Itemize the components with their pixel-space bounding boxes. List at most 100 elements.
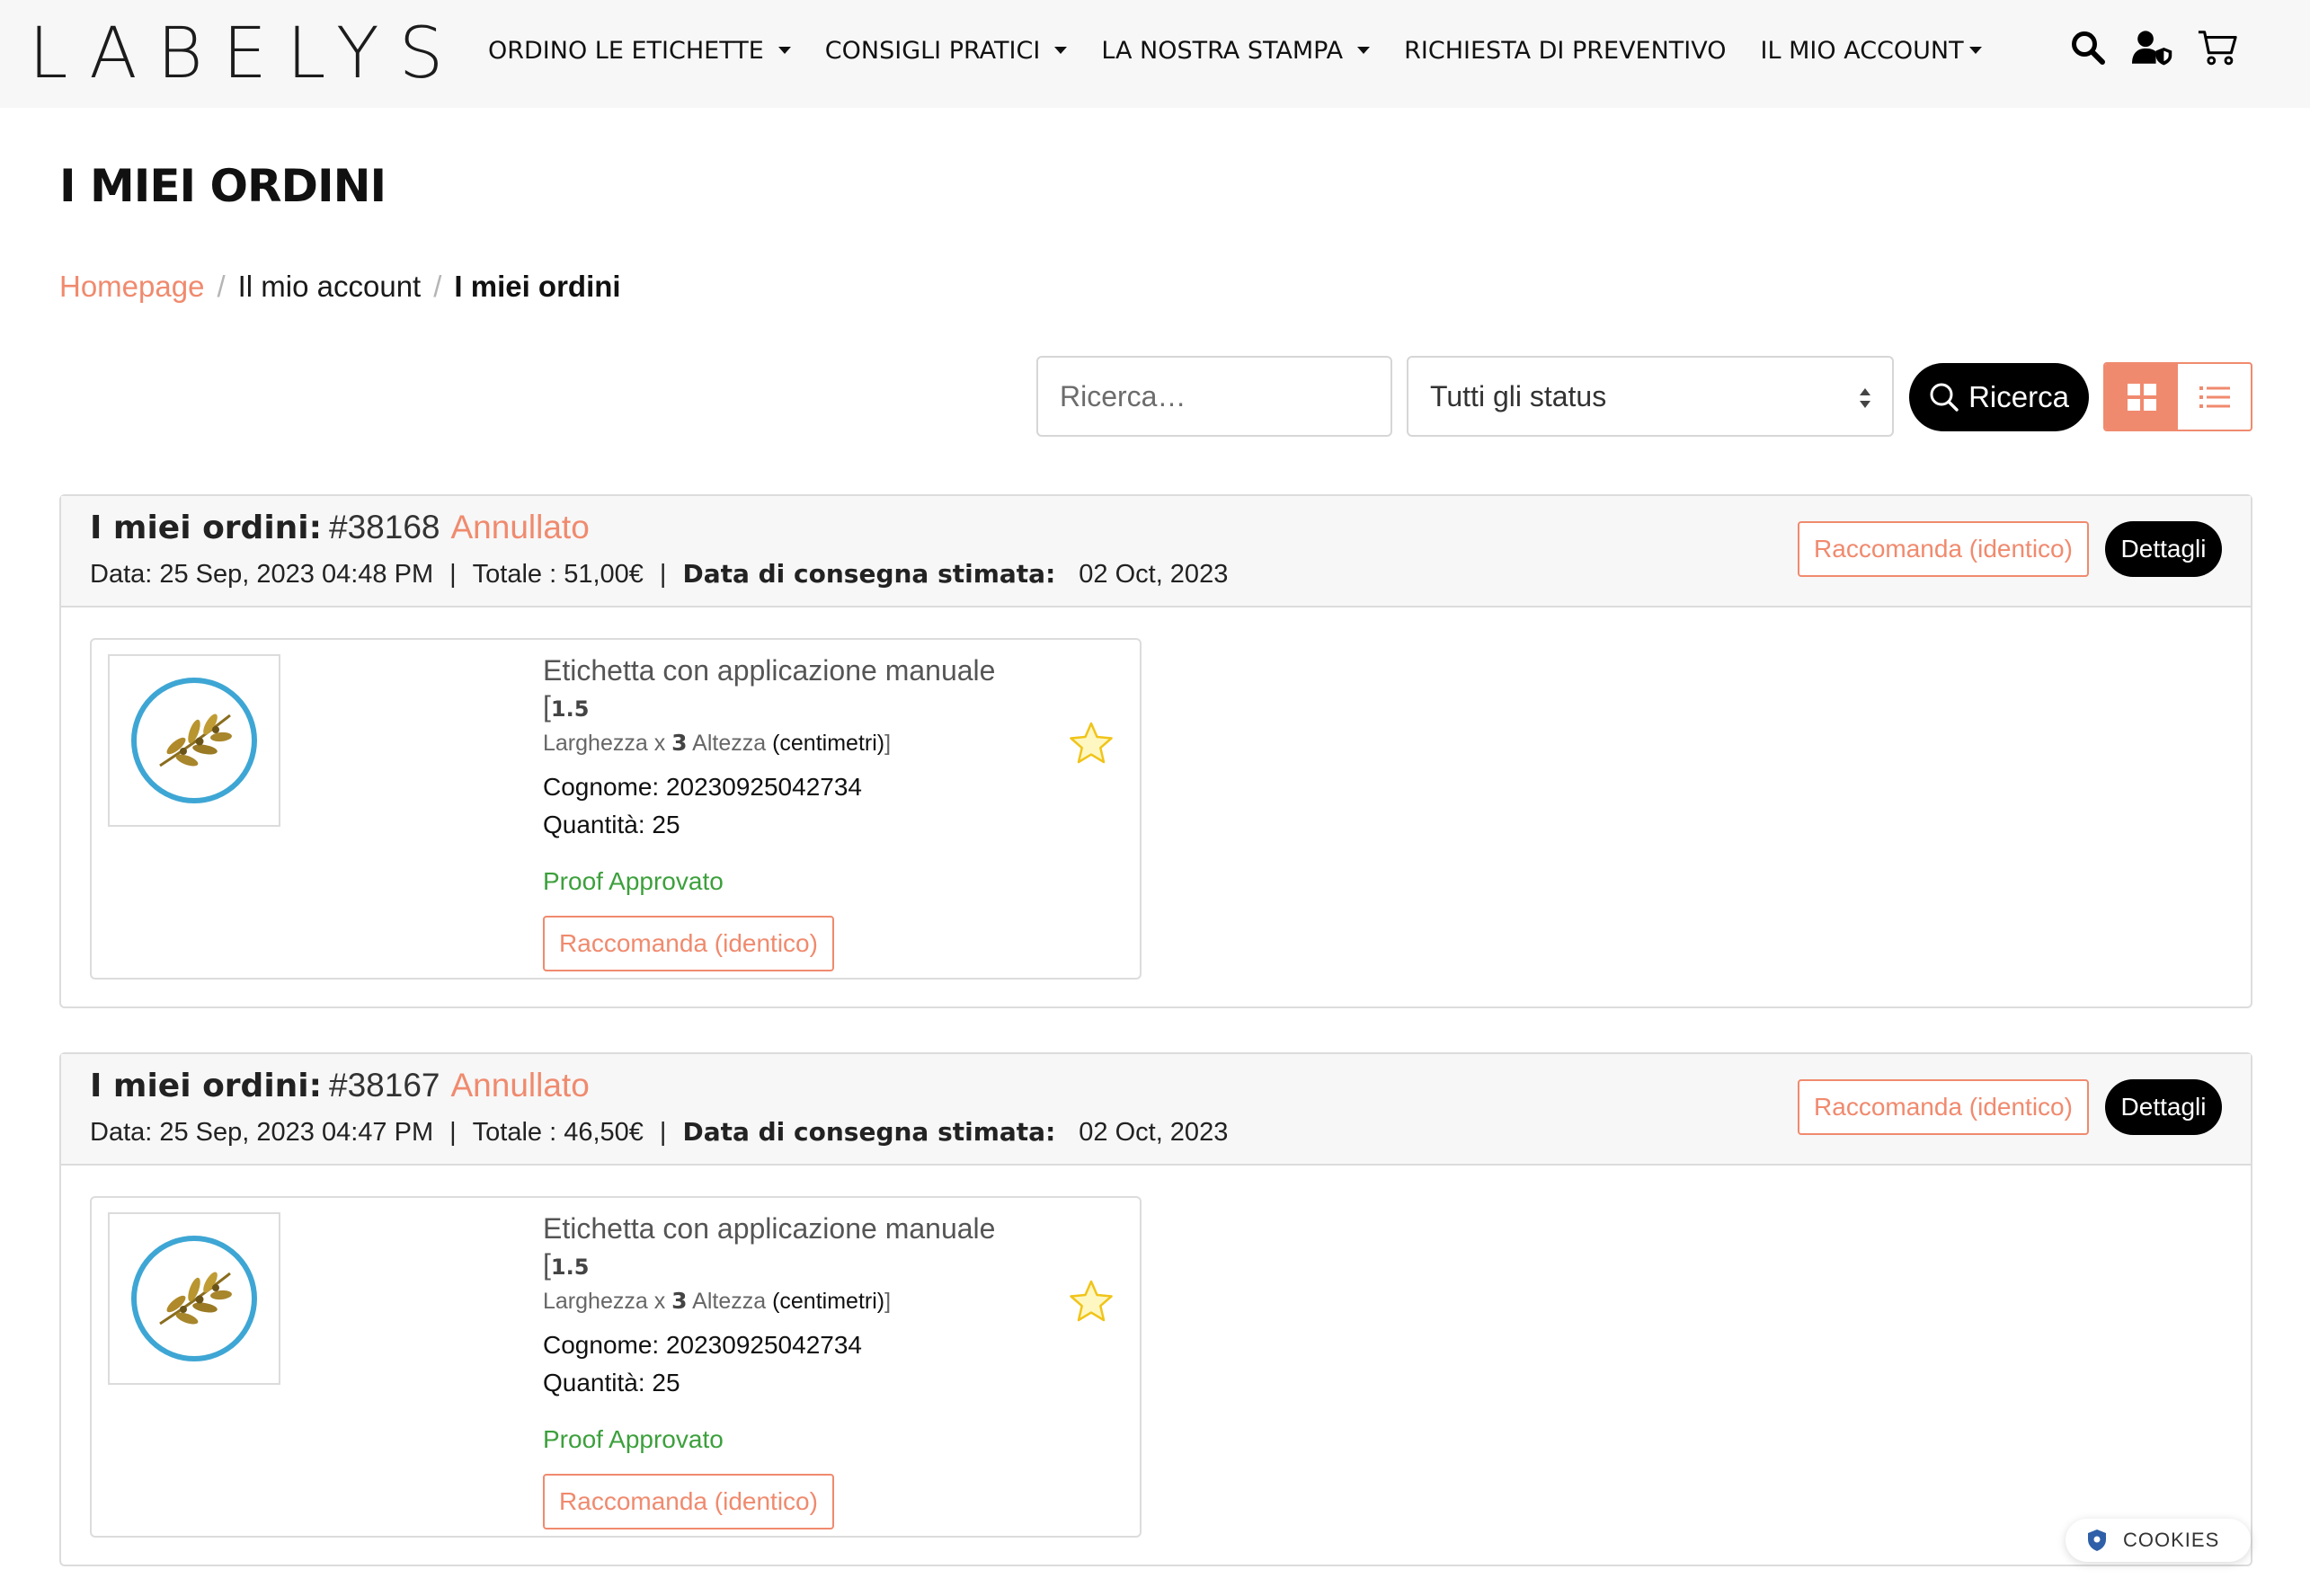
grid-view-button[interactable] [2105,364,2178,430]
order-header: I miei ordini: #38167 Annullato Data: 25… [61,1054,2251,1166]
order-details-button[interactable]: Dettagli [2105,1079,2222,1135]
cookies-button[interactable]: COOKIES [2066,1519,2251,1562]
grid-icon [2127,383,2156,411]
meta-separator: | [449,560,457,589]
order-search-input[interactable] [1036,356,1392,437]
meta-separator: | [659,1118,667,1147]
nav-item-order-labels[interactable]: ORDINO LE ETICHETTE [488,37,791,65]
meta-separator: | [659,560,667,589]
item-quantity: Quantità: 25 [543,811,680,838]
order-status: Annullato [450,1067,590,1104]
item-title: Etichetta con applicazione manuale [1.5 [543,1212,996,1281]
search-icon [1930,383,1959,412]
breadcrumb-home-link[interactable]: Homepage [59,270,204,304]
item-dimensions: Larghezza x 3 Altezza (centimetri)] [543,1288,892,1314]
order-card: I miei ordini: #38168 Annullato Data: 25… [59,494,2252,1008]
nav-item-practical-tips[interactable]: CONSIGLI PRATICI [825,37,1068,65]
item-surname: Cognome: 20230925042734 [543,773,862,801]
item-width: 1.5 [550,1255,590,1280]
item-height: 3 [671,1288,688,1314]
nav-item-quote-request[interactable]: RICHIESTA DI PREVENTIVO [1404,37,1726,65]
order-meta: Data: 25 Sep, 2023 04:48 PM | Totale : 5… [90,559,1228,590]
search-button-label: Ricerca [1968,380,2069,413]
main-nav: ORDINO LE ETICHETTE CONSIGLI PRATICI LA … [488,0,2016,101]
nav-item-label: LA NOSTRA STAMPA [1101,36,1344,65]
nav-item-label: CONSIGLI PRATICI [824,36,1041,65]
delivery-date: 02 Oct, 2023 [1079,1118,1229,1147]
product-thumbnail[interactable] [108,1212,280,1385]
order-total: Totale : 46,50€ [472,1118,644,1147]
status-select[interactable]: Tutti gli status [1407,356,1894,437]
breadcrumb-separator: / [217,270,226,303]
olive-branch-label-image [131,1236,257,1361]
nav-item-label: RICHIESTA DI PREVENTIVO [1404,36,1727,65]
search-button[interactable]: Ricerca [1909,363,2089,431]
brand-logo[interactable]: LABELYS [29,16,463,92]
order-details-button[interactable]: Dettagli [2105,521,2222,577]
star-icon[interactable] [1068,721,1115,766]
order-status: Annullato [450,509,590,545]
order-label: I miei ordini: [90,1068,323,1104]
item-title-text: Etichetta con applicazione manuale [543,1212,996,1245]
proof-status: Proof Approvato [543,1425,724,1453]
order-card: I miei ordini: #38167 Annullato Data: 25… [59,1052,2252,1566]
breadcrumb-separator: / [433,270,442,303]
delivery-label: Data di consegna stimata: [682,559,1056,589]
meta-separator: | [449,1118,457,1147]
user-shield-icon[interactable] [2132,25,2173,70]
page-title: I MIEI ORDINI [59,160,386,212]
recommend-item-button[interactable]: Raccomanda (identico) [543,916,834,971]
recommend-item-button[interactable]: Raccomanda (identico) [543,1474,834,1530]
view-toggle [2103,362,2252,431]
recommend-order-button[interactable]: Raccomanda (identico) [1798,521,2089,577]
order-label: I miei ordini: [90,510,323,546]
order-heading: I miei ordini: #38167 Annullato [90,1067,590,1104]
item-info: Etichetta con applicazione manuale [1.5 … [543,652,1046,971]
order-item: Etichetta con applicazione manuale [1.5 … [90,1196,1142,1538]
cookies-label: COOKIES [2123,1529,2220,1551]
order-item: Etichetta con applicazione manuale [1.5 … [90,638,1142,980]
delivery-date: 02 Oct, 2023 [1079,560,1229,589]
item-dimensions: Larghezza x 3 Altezza (centimetri)] [543,730,892,756]
list-view-button[interactable] [2178,364,2251,430]
order-date: Data: 25 Sep, 2023 04:47 PM [90,1118,434,1147]
nav-item-my-account[interactable]: IL MIO ACCOUNT [1761,37,1982,65]
caret-down-icon [1054,47,1068,54]
order-date: Data: 25 Sep, 2023 04:48 PM [90,560,434,589]
star-icon[interactable] [1068,1279,1115,1324]
list-icon [2199,386,2230,408]
width-label: Larghezza x [543,731,666,756]
item-title: Etichetta con applicazione manuale [1.5 [543,654,996,723]
order-number: #38167 [329,1067,440,1104]
cart-icon[interactable] [2197,25,2238,70]
olive-branch-label-image [131,678,257,803]
delivery-label: Data di consegna stimata: [682,1117,1056,1147]
breadcrumb: Homepage / Il mio account / I miei ordin… [59,270,621,304]
nav-item-label: ORDINO LE ETICHETTE [488,36,764,65]
product-thumbnail[interactable] [108,654,280,827]
unit-label: (centimetri) [772,1289,885,1314]
item-title-text: Etichetta con applicazione manuale [543,654,996,687]
search-icon[interactable] [2067,25,2109,70]
order-meta: Data: 25 Sep, 2023 04:47 PM | Totale : 4… [90,1117,1228,1148]
item-surname: Cognome: 20230925042734 [543,1331,862,1359]
item-width: 1.5 [550,696,590,722]
header-actions [2067,25,2238,70]
height-label: Altezza [692,1289,767,1314]
caret-down-icon [1968,47,1982,54]
item-info: Etichetta con applicazione manuale [1.5 … [543,1210,1046,1530]
recommend-order-button[interactable]: Raccomanda (identico) [1798,1079,2089,1135]
shield-icon [2088,1530,2106,1551]
select-arrows-icon [1860,388,1870,408]
width-label: Larghezza x [543,1289,666,1314]
order-heading: I miei ordini: #38168 Annullato [90,509,590,546]
nav-item-our-printing[interactable]: LA NOSTRA STAMPA [1101,36,1371,65]
breadcrumb-account-link[interactable]: Il mio account [238,270,422,304]
order-header: I miei ordini: #38168 Annullato Data: 25… [61,496,2251,607]
height-label: Altezza [692,731,767,756]
status-select-value: Tutti gli status [1430,379,1607,412]
caret-down-icon [1357,47,1371,54]
nav-item-label: IL MIO ACCOUNT [1760,36,1964,65]
item-height: 3 [671,730,688,756]
order-total: Totale : 51,00€ [472,560,644,589]
